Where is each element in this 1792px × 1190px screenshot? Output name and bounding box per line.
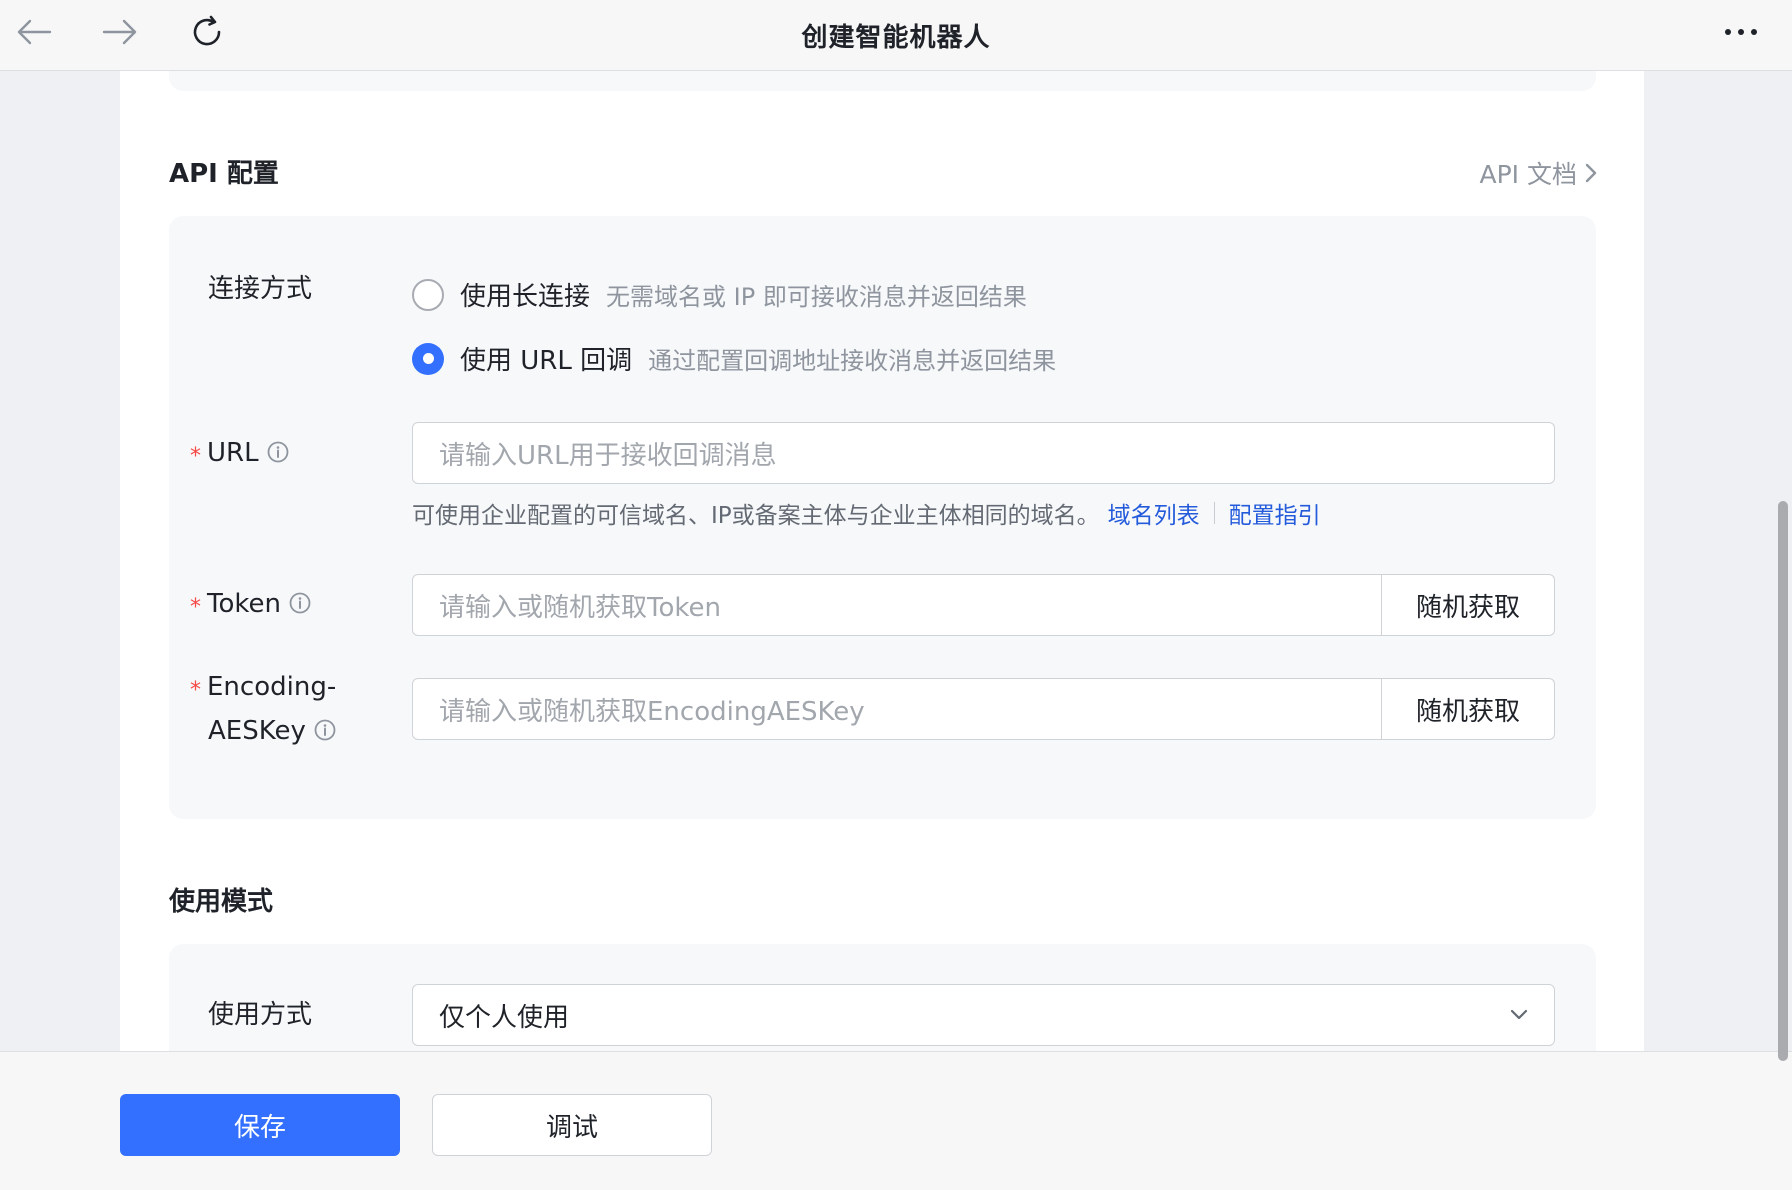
- chevron-down-icon: [1510, 1009, 1528, 1020]
- connection-label: 连接方式: [208, 274, 313, 304]
- chevron-right-icon: [1585, 163, 1597, 183]
- domain-list-link[interactable]: 域名列表: [1108, 496, 1200, 530]
- more-button[interactable]: [1716, 14, 1766, 50]
- info-icon[interactable]: [289, 592, 311, 614]
- form-content: API 配置 API 文档 连接方式 使用长连接 无需域名或 IP 即可接收消息…: [120, 71, 1644, 1051]
- link-divider: [1213, 502, 1215, 524]
- more-icon-dot: [1725, 29, 1731, 35]
- aeskey-label-line2: AESKey: [208, 716, 306, 746]
- required-mark: *: [190, 595, 201, 620]
- aeskey-label: * Encoding- AESKey: [190, 666, 336, 752]
- aeskey-label-line1: Encoding-: [207, 672, 337, 702]
- url-label-text: URL: [207, 438, 259, 468]
- scrollbar-thumb[interactable]: [1778, 501, 1788, 1061]
- previous-section-panel: [169, 71, 1596, 91]
- usage-select-value: 仅个人使用: [439, 1002, 570, 1033]
- token-label: * Token: [190, 583, 311, 627]
- token-input-placeholder: 请输入或随机获取Token: [439, 592, 721, 623]
- more-icon-dot: [1751, 29, 1757, 35]
- footer-bar: 保存 调试: [0, 1051, 1792, 1190]
- info-icon[interactable]: [314, 719, 336, 741]
- required-mark: *: [190, 444, 201, 469]
- scrollbar[interactable]: [1772, 71, 1792, 1190]
- radio-button[interactable]: [412, 278, 444, 311]
- usage-label: 使用方式: [208, 1000, 313, 1030]
- aeskey-random-button[interactable]: 随机获取: [1382, 678, 1555, 740]
- radio-label: 使用 URL 回调: [460, 346, 633, 376]
- token-input[interactable]: 请输入或随机获取Token: [412, 574, 1382, 636]
- debug-button[interactable]: 调试: [432, 1094, 712, 1156]
- more-icon-dot: [1738, 29, 1744, 35]
- url-input-placeholder: 请输入URL用于接收回调消息: [439, 440, 777, 471]
- page-title: 创建智能机器人: [801, 23, 991, 53]
- url-label: * URL: [190, 432, 289, 476]
- radio-description: 无需域名或 IP 即可接收消息并返回结果: [606, 283, 1027, 311]
- usage-select[interactable]: 仅个人使用: [412, 984, 1555, 1046]
- required-mark: *: [190, 678, 201, 703]
- url-hint-text: 可使用企业配置的可信域名、IP或备案主体与企业主体相同的域名。: [412, 503, 1100, 529]
- api-doc-link-label: API 文档: [1479, 160, 1578, 189]
- usage-mode-title: 使用模式: [169, 887, 274, 917]
- aeskey-input[interactable]: 请输入或随机获取EncodingAESKey: [412, 678, 1382, 740]
- radio-url-callback[interactable]: 使用 URL 回调 通过配置回调地址接收消息并返回结果: [412, 340, 1056, 377]
- token-label-text: Token: [207, 589, 281, 619]
- save-button[interactable]: 保存: [120, 1094, 400, 1156]
- url-hint: 可使用企业配置的可信域名、IP或备案主体与企业主体相同的域名。 域名列表 配置指…: [412, 496, 1321, 530]
- title-bar: 创建智能机器人: [0, 0, 1792, 71]
- radio-button-checked[interactable]: [412, 342, 444, 375]
- aeskey-input-group: 请输入或随机获取EncodingAESKey 随机获取: [412, 678, 1555, 740]
- radio-label: 使用长连接: [460, 282, 591, 312]
- radio-long-connection[interactable]: 使用长连接 无需域名或 IP 即可接收消息并返回结果: [412, 276, 1027, 313]
- info-icon[interactable]: [267, 441, 289, 463]
- api-doc-link[interactable]: API 文档: [1480, 155, 1598, 191]
- config-guide-link[interactable]: 配置指引: [1229, 496, 1321, 530]
- token-input-group: 请输入或随机获取Token 随机获取: [412, 574, 1555, 636]
- aeskey-input-placeholder: 请输入或随机获取EncodingAESKey: [439, 696, 865, 727]
- api-config-panel: 连接方式 使用长连接 无需域名或 IP 即可接收消息并返回结果 使用 URL 回…: [169, 216, 1596, 819]
- radio-description: 通过配置回调地址接收消息并返回结果: [648, 347, 1057, 375]
- api-config-title: API 配置: [169, 159, 279, 189]
- token-random-button[interactable]: 随机获取: [1382, 574, 1555, 636]
- usage-mode-panel: 使用方式 仅个人使用: [169, 944, 1596, 1051]
- url-input[interactable]: 请输入URL用于接收回调消息: [412, 422, 1555, 484]
